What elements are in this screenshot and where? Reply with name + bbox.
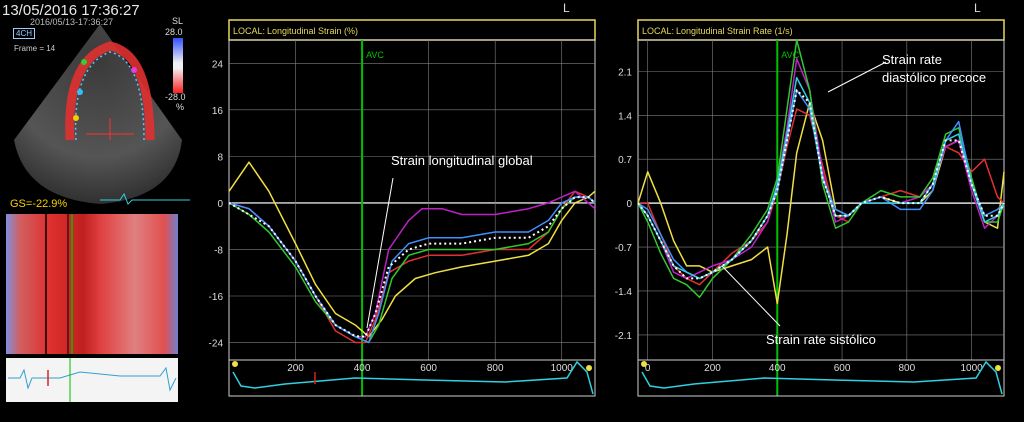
tick-labels: 2.11.40.70-0.7-1.4-2.10 200 400 600 800 1000 bbox=[615, 67, 983, 374]
y-tick-label: 2.1 bbox=[618, 67, 632, 78]
ecg-handle[interactable] bbox=[641, 361, 647, 367]
avc-label: AVC bbox=[366, 50, 384, 60]
y-tick-label: -0.7 bbox=[615, 243, 633, 254]
plot-frame bbox=[228, 39, 596, 361]
ecg-trace bbox=[641, 360, 1003, 395]
y-tick-label: 0 bbox=[217, 199, 223, 210]
ecg-handle[interactable] bbox=[995, 365, 1001, 371]
y-tick-label: 0.7 bbox=[618, 155, 632, 166]
global-strain-value: GS=-22.9% bbox=[10, 198, 68, 210]
series-line-avg bbox=[637, 89, 1005, 280]
plot-frame bbox=[637, 39, 1005, 361]
x-tick-label: 400 bbox=[769, 363, 786, 374]
color-scale-bar bbox=[173, 38, 183, 93]
x-tick-label: 800 bbox=[898, 363, 915, 374]
mmode-strain-map bbox=[6, 214, 178, 354]
grid bbox=[638, 40, 1004, 360]
ecg-strip-box bbox=[6, 358, 178, 402]
tick-labels: 241680-8-16-24200 400 600 800 1000 bbox=[209, 59, 574, 374]
x-tick-label: 400 bbox=[354, 363, 371, 374]
chart-panel-label: LOCAL: bbox=[233, 26, 265, 36]
series-line-green bbox=[228, 196, 596, 344]
annotation-pointer bbox=[827, 61, 887, 93]
ecg-handle[interactable] bbox=[586, 365, 592, 371]
x-tick-label: 200 bbox=[704, 363, 721, 374]
x-tick-label: 800 bbox=[487, 363, 504, 374]
series-group bbox=[228, 161, 596, 344]
echo-image-panel bbox=[6, 24, 190, 402]
segment-marker bbox=[73, 115, 79, 121]
y-tick-label: -1.4 bbox=[615, 287, 633, 298]
annotation-strain-rate: Strain rate bbox=[882, 52, 942, 67]
y-tick-label: 0 bbox=[626, 199, 632, 210]
chart-panel-label: LOCAL: bbox=[642, 26, 674, 36]
x-tick-label: 600 bbox=[420, 363, 437, 374]
longitudinal-strain-chart: LOCAL: Longitudinal Strain (%) AVC 24 16 8… bbox=[209, 19, 596, 397]
segment-marker bbox=[81, 59, 87, 65]
x-tick-label: 600 bbox=[834, 363, 851, 374]
y-tick-label: 1.4 bbox=[618, 111, 632, 122]
series-line-blue bbox=[228, 196, 596, 344]
y-tick-label: 8 bbox=[217, 152, 223, 163]
segment-marker bbox=[77, 89, 83, 95]
y-tick-label: -24 bbox=[209, 339, 224, 350]
annotation-strain-global: Strain longitudinal global bbox=[391, 153, 533, 168]
annotation-strain-rate-systolic: Strain rate sistólico bbox=[766, 332, 876, 347]
y-tick-label: 24 bbox=[212, 59, 224, 70]
y-tick-label: -8 bbox=[214, 245, 223, 256]
ecg-handle[interactable] bbox=[232, 361, 238, 367]
annotation-pointer bbox=[721, 265, 781, 327]
series-line-blue bbox=[637, 89, 1005, 280]
chart-title: Longitudinal Strain (%) bbox=[267, 26, 358, 36]
chart-title: Longitudinal Strain Rate (1/s) bbox=[676, 26, 793, 36]
y-tick-label: 16 bbox=[212, 106, 224, 117]
annotation-diastolic-early: diastólico precoce bbox=[882, 70, 986, 85]
y-tick-label: -2.1 bbox=[615, 331, 633, 342]
ecg-box bbox=[637, 359, 1005, 397]
series-line-magenta bbox=[228, 190, 596, 338]
series-line-red bbox=[228, 190, 596, 344]
grid bbox=[229, 40, 595, 360]
segment-marker bbox=[131, 67, 137, 73]
x-tick-label: 200 bbox=[287, 363, 304, 374]
ecg-box bbox=[228, 359, 596, 397]
y-tick-label: -16 bbox=[209, 292, 224, 303]
longitudinal-strain-rate-chart: LOCAL: Longitudinal Strain Rate (1/s) AV… bbox=[615, 19, 1005, 397]
